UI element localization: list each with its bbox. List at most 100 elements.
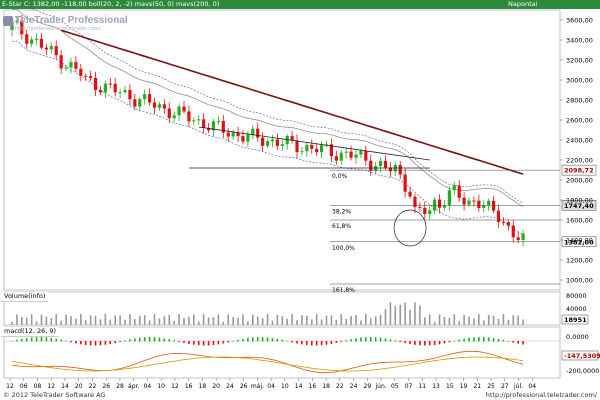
candle-body	[251, 128, 255, 135]
macd-histogram-bar	[143, 337, 146, 342]
macd-histogram-bar	[453, 340, 456, 342]
candle-body	[89, 75, 93, 78]
volume-bar	[252, 314, 254, 325]
x-tick-label: 22	[336, 383, 344, 390]
candle-body	[177, 106, 181, 116]
volume-bar	[193, 314, 195, 325]
macd-histogram-bar	[168, 339, 171, 342]
candle-body	[256, 128, 260, 138]
y-tick-label: 2200,00	[566, 157, 593, 165]
macd-tick-label: -200,0000	[566, 367, 599, 375]
volume-bar	[281, 316, 284, 325]
volume-bar	[497, 318, 500, 325]
macd-histogram-bar	[261, 337, 264, 342]
macd-histogram-bar	[50, 337, 53, 342]
volume-bar	[45, 316, 48, 325]
y-tick-label: 3400,00	[566, 37, 593, 45]
watermark-brand: TeleTrader Professional	[15, 15, 128, 26]
macd-histogram-bar	[35, 337, 38, 342]
x-tick-label: 04	[528, 383, 536, 390]
candle-body	[138, 99, 142, 107]
moving-average-200	[60, 29, 524, 175]
candle-body	[118, 92, 122, 94]
macd-histogram-bar	[487, 337, 490, 342]
candle-body	[182, 106, 186, 112]
candle-body	[197, 119, 201, 121]
candle-body	[487, 200, 491, 206]
candle-body	[452, 185, 456, 191]
volume-bar	[168, 314, 171, 325]
volume-bar	[517, 315, 519, 325]
volume-bar	[129, 314, 131, 325]
fib-label: 38,2%	[332, 208, 351, 215]
macd-histogram-bar	[207, 341, 210, 346]
volume-bar	[404, 302, 406, 325]
highlight-ellipse	[393, 209, 427, 247]
x-tick-label: 11	[418, 383, 426, 390]
volume-bar	[276, 314, 279, 325]
x-tick-label: 18	[199, 383, 207, 390]
x-tick-label: 20	[212, 383, 220, 390]
macd-histogram-bar	[212, 341, 215, 346]
macd-histogram-bar	[134, 338, 136, 342]
candle-body	[295, 140, 299, 153]
x-tick-label: 25	[487, 383, 495, 390]
candle-body	[477, 200, 481, 208]
volume-bar	[306, 315, 308, 325]
volume-bar	[507, 319, 510, 325]
macd-histogram-bar	[424, 341, 426, 346]
candle-body	[157, 104, 162, 108]
price-chart[interactable]: 0,0%38,2%61,8%100,0%161,8%2098,721747,40…	[0, 0, 600, 390]
volume-bar	[134, 319, 136, 325]
candle-body	[506, 222, 510, 226]
macd-histogram-bar	[306, 341, 308, 346]
candle-body	[378, 160, 383, 167]
x-tick-label: 08	[34, 383, 42, 390]
macd-histogram-bar	[232, 340, 234, 342]
watermark-url: http://professional.teletrader.com/	[15, 26, 101, 32]
candle-body	[398, 165, 402, 175]
macd-histogram-bar	[497, 338, 500, 342]
candle-body	[79, 68, 83, 76]
volume-bar	[369, 318, 372, 325]
volume-bar	[473, 318, 475, 325]
volume-bar	[207, 317, 210, 325]
volume-bar	[522, 319, 524, 325]
volume-bar	[40, 314, 43, 325]
macd-tick-label: 0,0000	[566, 333, 589, 341]
volume-bar	[242, 314, 244, 325]
chart-window: E-Star C: 1382,00 -118,00 boll(20, 2, -2…	[0, 0, 600, 400]
macd-histogram-bar	[227, 341, 230, 343]
volume-bar	[419, 305, 421, 325]
x-tick-label: 14	[61, 383, 69, 390]
volume-bar	[492, 316, 495, 325]
volume-bar	[478, 314, 480, 325]
macd-histogram-bar	[369, 337, 372, 342]
candle-body	[354, 154, 358, 158]
main-plot-area	[10, 0, 525, 247]
macd-histogram-bar	[89, 341, 92, 346]
footer-url[interactable]: http://professional.teletrader.com/	[486, 390, 597, 400]
macd-histogram-bar	[25, 338, 28, 342]
candle-body	[49, 46, 53, 50]
macd-histogram-bar	[409, 341, 411, 345]
x-tick-label: 07	[405, 383, 413, 390]
x-tick-label: 14	[295, 383, 303, 390]
macd-histogram-bar	[271, 337, 274, 342]
candle-body	[320, 145, 324, 153]
x-tick-label: 19	[460, 383, 468, 390]
macd-histogram-bar	[473, 337, 475, 342]
macd-frame	[3, 326, 561, 379]
volume-bar	[360, 320, 362, 325]
x-tick-label: 26	[240, 383, 248, 390]
macd-histogram-bar	[468, 337, 470, 342]
volume-bar	[286, 318, 288, 325]
volume-bar	[222, 321, 225, 325]
macd-histogram-bar	[193, 341, 195, 345]
candle-body	[334, 156, 338, 161]
bollinger-lower	[11, 40, 524, 235]
macd-histogram-bar	[335, 341, 338, 343]
volume-bar	[30, 314, 33, 325]
macd-histogram-bar	[266, 337, 269, 342]
volume-bar	[89, 315, 92, 325]
